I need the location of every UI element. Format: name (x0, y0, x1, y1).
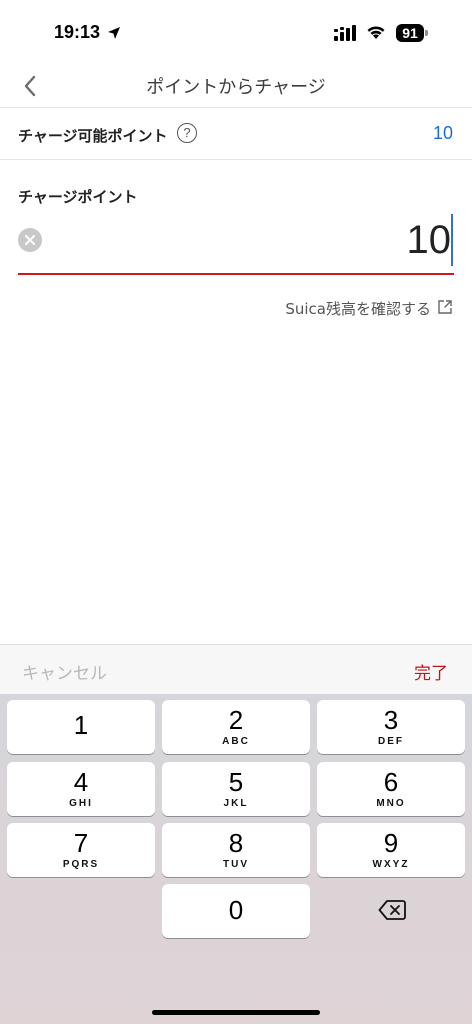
navigation-bar: ポイントからチャージ (0, 64, 472, 108)
key-number: 1 (73, 710, 89, 740)
delete-key[interactable] (316, 884, 464, 938)
key-2[interactable]: 2 ABC (162, 700, 310, 754)
external-link-icon (437, 299, 453, 319)
key-letters: DEF (378, 736, 404, 747)
key-number: 7 (73, 828, 89, 858)
key-3[interactable]: 3 DEF (317, 700, 465, 754)
key-number: 6 (383, 767, 399, 797)
input-underline (18, 273, 454, 275)
key-6[interactable]: 6 MNO (317, 762, 465, 816)
key-5[interactable]: 5 JKL (162, 762, 310, 816)
key-7[interactable]: 7 PQRS (7, 823, 155, 877)
key-number: 5 (228, 767, 244, 797)
status-bar: 19:13 91 (0, 0, 472, 64)
home-indicator (152, 1010, 320, 1015)
location-arrow-icon (107, 25, 121, 44)
text-caret (451, 214, 453, 266)
status-time: 19:13 (54, 22, 101, 42)
backspace-icon (378, 899, 406, 925)
key-number: 2 (228, 705, 244, 735)
numeric-keypad: 1 2 ABC 3 DEF 4 GHI 5 JKL 6 MNO 7 PQRS 8… (0, 694, 472, 1024)
key-letters: MNO (376, 798, 406, 809)
key-letters: PQRS (62, 859, 100, 870)
suica-balance-link-text: Suica残高を確認する (285, 300, 431, 318)
battery-cap (425, 30, 428, 36)
key-0[interactable]: 0 (162, 884, 310, 938)
clear-icon[interactable] (18, 228, 42, 252)
key-1[interactable]: 1 (7, 700, 155, 754)
key-number: 3 (383, 705, 399, 735)
key-letters: TUV (223, 859, 249, 870)
key-8[interactable]: 8 TUV (162, 823, 310, 877)
suica-balance-link[interactable]: Suica残高を確認する (285, 298, 453, 319)
done-button[interactable]: 完了 (414, 659, 448, 684)
charge-points-label: チャージポイント (18, 188, 138, 206)
key-letters: JKL (223, 798, 249, 809)
available-points-label: チャージ可能ポイント (18, 127, 168, 145)
key-4[interactable]: 4 GHI (7, 762, 155, 816)
cancel-button[interactable]: キャンセル (22, 659, 107, 684)
battery-icon: 91 (396, 24, 424, 42)
key-number: 8 (228, 828, 244, 858)
key-letters: WXYZ (372, 859, 410, 870)
key-number: 9 (383, 828, 399, 858)
keyboard-toolbar: キャンセル 完了 (0, 644, 472, 694)
key-number: 0 (228, 895, 244, 925)
available-points-value: 10 (432, 123, 453, 143)
key-letters: GHI (69, 798, 93, 809)
help-icon[interactable]: ? (177, 123, 197, 143)
key-letters: ABC (222, 736, 250, 747)
key-number: 4 (73, 767, 89, 797)
charge-points-input[interactable] (60, 212, 454, 268)
cellular-signal-icon (334, 25, 358, 45)
key-9[interactable]: 9 WXYZ (317, 823, 465, 877)
page-title: ポイントからチャージ (146, 77, 326, 98)
wifi-icon (366, 24, 386, 44)
available-points-row: チャージ可能ポイント ? 10 (0, 108, 472, 160)
